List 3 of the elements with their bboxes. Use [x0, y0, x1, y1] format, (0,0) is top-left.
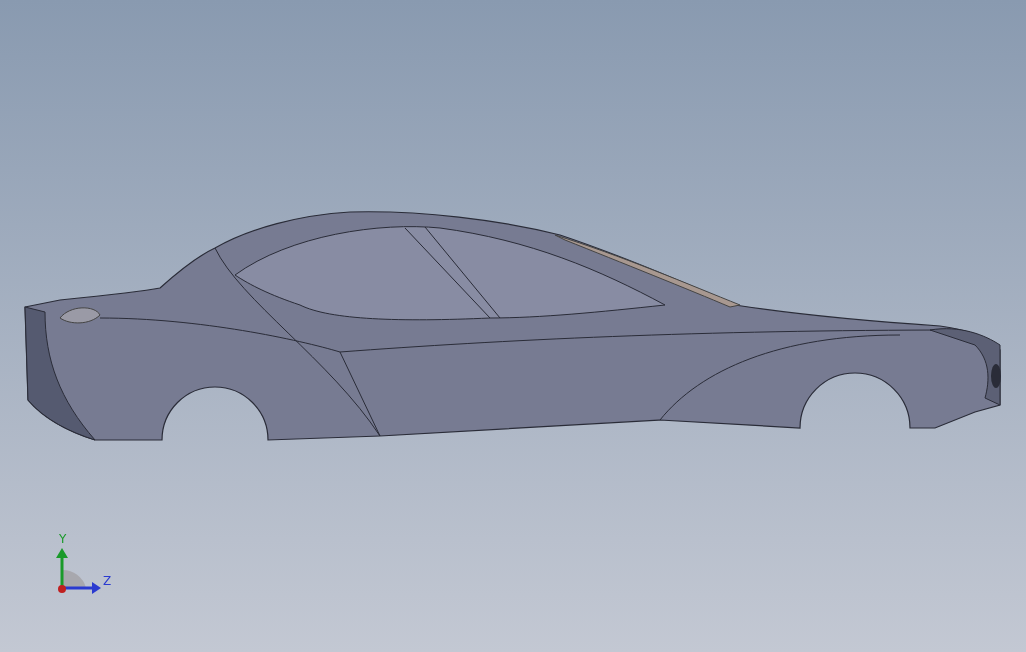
axis-triad-icon [56, 548, 101, 594]
axis-label: Y [59, 532, 67, 546]
axis-label: Z [103, 574, 112, 588]
